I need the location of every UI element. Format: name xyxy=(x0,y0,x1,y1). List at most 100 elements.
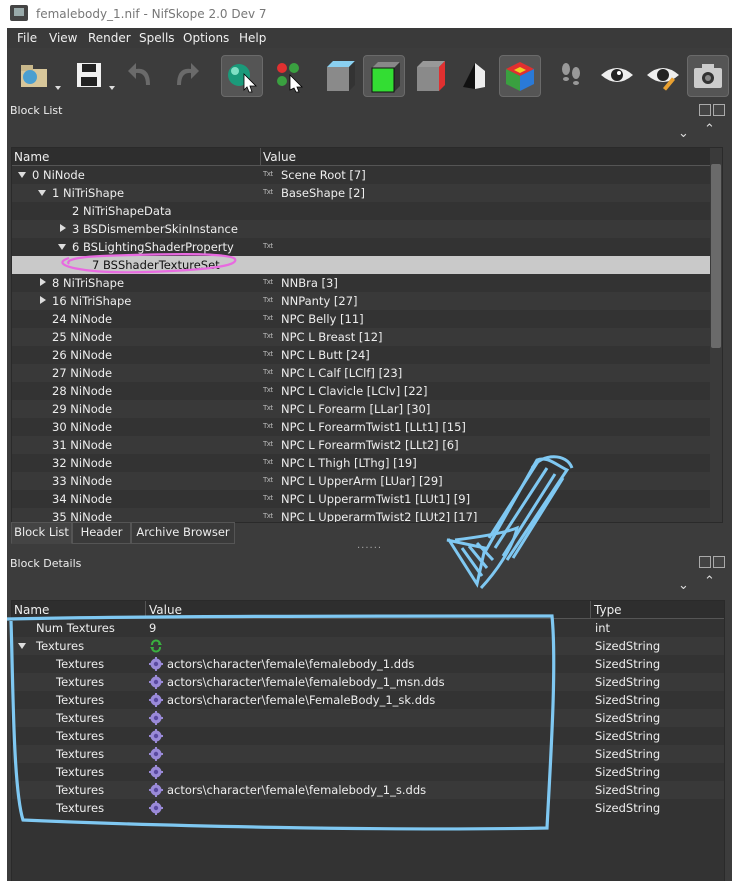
menu-file[interactable]: File xyxy=(17,31,37,45)
block-row[interactable]: 33 NiNode Txt NPC L UpperArm [LUar] [29] xyxy=(12,472,722,490)
view-cube-front-icon xyxy=(327,61,355,91)
detail-row[interactable]: Textures SizedString xyxy=(12,637,724,655)
collapse-arrow-icon[interactable] xyxy=(60,224,66,232)
detail-row[interactable]: Textures SizedString xyxy=(12,745,724,763)
block-details-dock-buttons[interactable] xyxy=(697,556,725,568)
undo-icon xyxy=(128,63,150,85)
menu-help[interactable]: Help xyxy=(239,31,266,45)
block-list-dock-buttons[interactable] xyxy=(697,104,725,116)
expand-arrow-icon[interactable] xyxy=(18,172,26,178)
save-button[interactable] xyxy=(69,55,109,95)
node-graph-button[interactable] xyxy=(270,55,310,95)
tab-block-list[interactable]: Block List xyxy=(11,522,72,544)
block-value: NPC L Clavicle [LClv] [22] xyxy=(281,384,428,398)
block-row[interactable]: 29 NiNode Txt NPC L Forearm [LLar] [30] xyxy=(12,400,722,418)
column-value[interactable]: Value xyxy=(263,150,296,164)
detail-name: Num Textures xyxy=(36,621,115,635)
block-row[interactable]: 25 NiNode Txt NPC L Breast [12] xyxy=(12,328,722,346)
expand-arrow-icon[interactable] xyxy=(18,643,26,649)
block-value: NPC L Breast [12] xyxy=(281,330,383,344)
view-user-button[interactable] xyxy=(499,55,541,97)
block-row[interactable]: 0 NiNode Txt Scene Root [7] xyxy=(12,166,722,184)
eye-button[interactable] xyxy=(597,55,637,95)
column-type[interactable]: Type xyxy=(594,603,622,617)
detail-row[interactable]: Textures actors\character\female\femalebo… xyxy=(12,673,724,691)
block-value: NNBra [3] xyxy=(281,276,338,290)
scrollbar-thumb[interactable] xyxy=(711,164,721,348)
column-name[interactable]: Name xyxy=(14,150,49,164)
chevron-up-icon[interactable]: ⌃ xyxy=(704,122,715,137)
block-row[interactable]: 32 NiNode Txt NPC L Thigh [LThg] [19] xyxy=(12,454,722,472)
block-list-scrollbar[interactable] xyxy=(710,148,722,522)
block-row[interactable]: 7 BSShaderTextureSet xyxy=(12,256,722,274)
collapse-arrow-icon[interactable] xyxy=(40,296,46,304)
block-row[interactable]: 27 NiNode Txt NPC L Calf [LClf] [23] xyxy=(12,364,722,382)
detail-row[interactable]: Textures SizedString xyxy=(12,763,724,781)
detail-name: Textures xyxy=(56,711,105,725)
block-row[interactable]: 30 NiNode Txt NPC L ForearmTwist1 [LLt1] [… xyxy=(12,418,722,436)
detail-row[interactable]: Textures actors\character\female\femalebo… xyxy=(12,781,724,799)
detail-row[interactable]: Textures actors\character\female\FemaleBo… xyxy=(12,691,724,709)
tab-archive-browser[interactable]: Archive Browser xyxy=(131,522,235,544)
detail-row[interactable]: Textures actors\character\female\femalebo… xyxy=(12,655,724,673)
block-row[interactable]: 1 NiTriShape Txt BaseShape [2] xyxy=(12,184,722,202)
text-icon: Txt xyxy=(263,350,273,358)
block-list-header: Name Value xyxy=(12,148,722,166)
detail-value: actors\character\female\femalebody_1_msn… xyxy=(167,675,445,689)
chevron-down-icon[interactable]: ⌄ xyxy=(678,126,689,141)
tab-header[interactable]: Header xyxy=(72,522,131,544)
detail-row[interactable]: Num Textures 9 int xyxy=(12,619,724,637)
toolbar xyxy=(7,48,732,106)
menu-spells[interactable]: Spells xyxy=(139,31,175,45)
block-row[interactable]: 26 NiNode Txt NPC L Butt [24] xyxy=(12,346,722,364)
view-top-button[interactable] xyxy=(363,55,405,97)
block-name: 26 NiNode xyxy=(52,348,113,362)
view-flip-button[interactable] xyxy=(453,55,493,95)
detail-row[interactable]: Textures SizedString xyxy=(12,727,724,745)
float-icon xyxy=(699,556,711,568)
block-row[interactable]: 16 NiTriShape Txt NNPanty [27] xyxy=(12,292,722,310)
detail-type: SizedString xyxy=(595,729,661,743)
select-sphere-button[interactable] xyxy=(221,55,263,97)
redo-button[interactable] xyxy=(165,55,205,95)
view-cube-top-icon xyxy=(371,62,400,93)
block-row[interactable]: 28 NiNode Txt NPC L Clavicle [LClv] [22] xyxy=(12,382,722,400)
block-row[interactable]: 31 NiNode Txt NPC L ForearmTwist2 [LLt2] [… xyxy=(12,436,722,454)
detail-type: SizedString xyxy=(595,675,661,689)
screenshot-button[interactable] xyxy=(687,55,729,97)
load-button[interactable] xyxy=(15,55,55,95)
detail-type: int xyxy=(595,621,610,635)
block-row[interactable]: 6 BSLightingShaderProperty Txt xyxy=(12,238,722,256)
block-row[interactable]: 35 NiNode Txt NPC L UpperarmTwist2 [LUt2] … xyxy=(12,508,722,522)
redo-icon xyxy=(177,63,199,85)
menu-options[interactable]: Options xyxy=(183,31,229,45)
undo-button[interactable] xyxy=(122,55,162,95)
block-value: NPC L ForearmTwist2 [LLt2] [6] xyxy=(281,438,459,452)
menu-view[interactable]: View xyxy=(49,31,77,45)
expand-arrow-icon[interactable] xyxy=(38,190,46,196)
chevron-up-icon[interactable]: ⌃ xyxy=(704,574,715,589)
block-row[interactable]: 24 NiNode Txt NPC Belly [11] xyxy=(12,310,722,328)
walk-button[interactable] xyxy=(552,55,592,95)
block-row[interactable]: 8 NiTriShape Txt NNBra [3] xyxy=(12,274,722,292)
chevron-down-icon[interactable]: ⌄ xyxy=(678,578,689,593)
menu-render[interactable]: Render xyxy=(88,31,131,45)
view-front-button[interactable] xyxy=(319,55,359,95)
nifskope-app-icon xyxy=(10,5,28,21)
float-icon xyxy=(699,104,711,116)
block-list-title: Block List xyxy=(10,104,63,117)
expand-arrow-icon[interactable] xyxy=(58,244,66,250)
block-row[interactable]: 2 NiTriShapeData xyxy=(12,202,722,220)
block-value: NPC L Thigh [LThg] [19] xyxy=(281,456,417,470)
detail-row[interactable]: Textures SizedString xyxy=(12,799,724,817)
collapse-arrow-icon[interactable] xyxy=(40,278,46,286)
detail-row[interactable]: Textures SizedString xyxy=(12,709,724,727)
column-value[interactable]: Value xyxy=(149,603,182,617)
block-row[interactable]: 3 BSDismemberSkinInstance xyxy=(12,220,722,238)
refresh-icon[interactable] xyxy=(149,639,163,653)
splitter-handle[interactable]: ...... xyxy=(357,540,382,551)
view-side-button[interactable] xyxy=(409,55,449,95)
block-row[interactable]: 34 NiNode Txt NPC L UpperarmTwist1 [LUt1] … xyxy=(12,490,722,508)
column-name[interactable]: Name xyxy=(14,603,49,617)
eye-edit-button[interactable] xyxy=(643,55,683,95)
